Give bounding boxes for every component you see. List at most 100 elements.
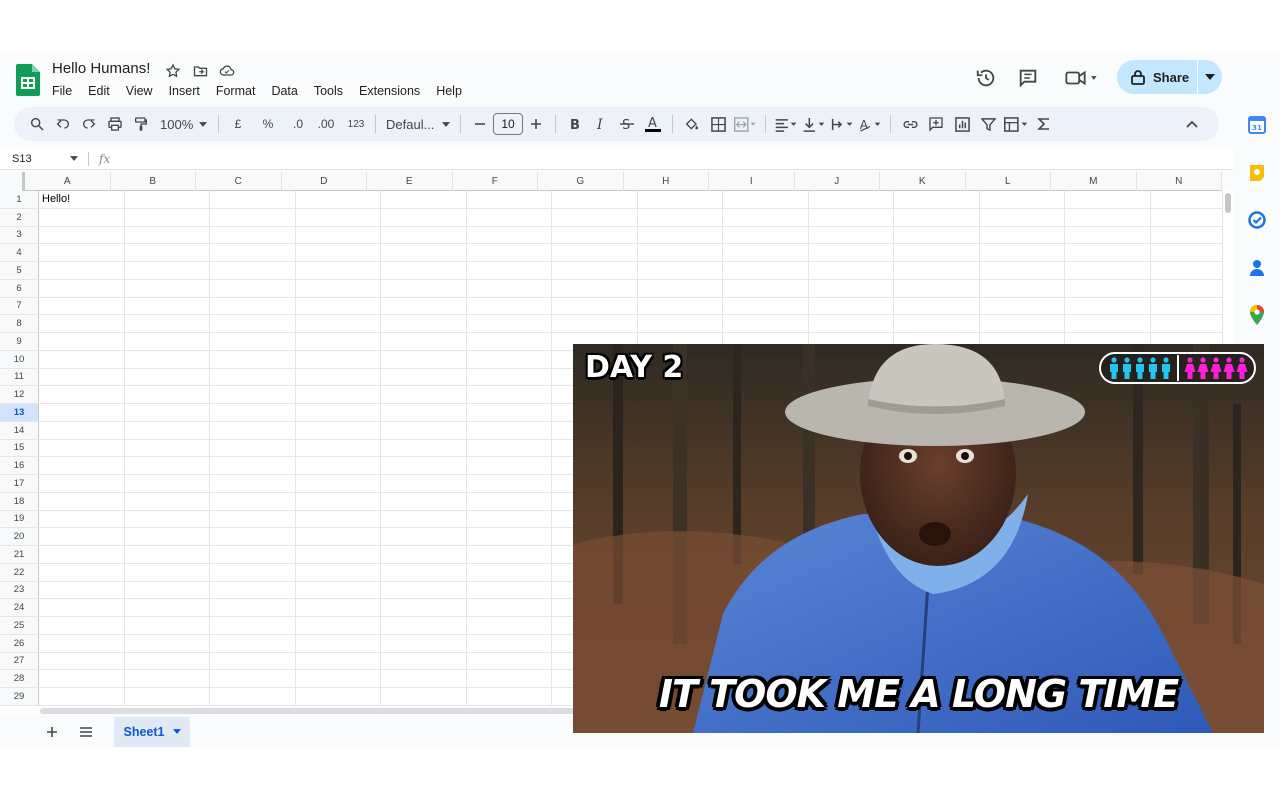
cell-b7[interactable] (125, 297, 210, 315)
cell-a4[interactable] (39, 244, 125, 261)
cell-d27[interactable] (296, 652, 381, 670)
cell-e13[interactable] (381, 404, 467, 421)
video-overlay[interactable]: DAY 2 IT TOOK ME A LONG TIME (573, 344, 1264, 733)
cell-b2[interactable] (125, 208, 210, 226)
cell-i5[interactable] (723, 262, 809, 279)
cell-b17[interactable] (125, 475, 210, 492)
cell-e23[interactable] (381, 581, 467, 599)
version-history-icon[interactable] (970, 66, 1002, 90)
redo-icon[interactable] (76, 111, 102, 137)
column-header-e[interactable]: E (367, 172, 453, 191)
cell-f20[interactable] (467, 528, 552, 545)
cell-a23[interactable] (39, 581, 125, 599)
borders-icon[interactable] (705, 111, 731, 137)
row-header-20[interactable]: 20 (0, 528, 39, 545)
insert-comment-icon[interactable] (923, 111, 949, 137)
row-header-29[interactable]: 29 (0, 688, 39, 705)
collapse-toolbar-icon[interactable] (1179, 111, 1205, 137)
cell-d16[interactable] (296, 457, 381, 474)
column-header-m[interactable]: M (1051, 172, 1137, 191)
cell-g6[interactable] (552, 279, 638, 297)
cell-e1[interactable] (381, 191, 467, 208)
cell-f23[interactable] (467, 581, 552, 599)
cell-d12[interactable] (296, 386, 381, 403)
row-header-11[interactable]: 11 (0, 368, 39, 386)
cell-a20[interactable] (39, 528, 125, 545)
cell-j3[interactable] (809, 226, 894, 244)
share-button[interactable]: Share (1117, 60, 1222, 94)
cell-i6[interactable] (723, 279, 809, 297)
fill-color-icon[interactable] (679, 111, 705, 137)
cell-l1[interactable] (980, 191, 1065, 208)
cell-m4[interactable] (1065, 244, 1151, 261)
row-header-15[interactable]: 15 (0, 439, 39, 457)
cell-a16[interactable] (39, 457, 125, 474)
all-sheets-menu-icon[interactable] (74, 720, 98, 744)
row-header-3[interactable]: 3 (0, 226, 39, 244)
cell-n2[interactable] (1151, 209, 1223, 226)
cell-b10[interactable] (125, 350, 210, 368)
text-color-icon[interactable]: A (640, 111, 666, 137)
cell-f3[interactable] (467, 226, 552, 244)
cell-f24[interactable] (467, 599, 552, 616)
share-main[interactable]: Share (1117, 60, 1197, 94)
format-currency-button[interactable]: £ (225, 111, 251, 137)
cell-j4[interactable] (809, 244, 894, 261)
cell-m6[interactable] (1065, 279, 1151, 297)
cell-f28[interactable] (467, 670, 552, 687)
cell-n8[interactable] (1151, 315, 1223, 332)
cell-j6[interactable] (809, 279, 894, 297)
column-header-d[interactable]: D (282, 172, 367, 191)
cell-a13[interactable] (39, 404, 125, 421)
cell-e26[interactable] (381, 634, 467, 652)
cell-f18[interactable] (467, 492, 552, 510)
cell-d14[interactable] (296, 421, 381, 439)
cell-b3[interactable] (125, 226, 210, 244)
cell-d9[interactable] (296, 333, 381, 350)
row-header-13[interactable]: 13 (0, 404, 39, 421)
cell-b27[interactable] (125, 652, 210, 670)
cell-e19[interactable] (381, 510, 467, 528)
cell-a27[interactable] (39, 652, 125, 670)
cell-e16[interactable] (381, 457, 467, 474)
cell-m3[interactable] (1065, 226, 1151, 244)
cell-f15[interactable] (467, 439, 552, 457)
cell-k7[interactable] (894, 297, 980, 315)
row-header-21[interactable]: 21 (0, 546, 39, 563)
cell-a6[interactable] (39, 279, 125, 297)
row-header-22[interactable]: 22 (0, 563, 39, 581)
cell-n4[interactable] (1151, 244, 1223, 261)
column-header-g[interactable]: G (538, 172, 624, 191)
search-menus-icon[interactable] (24, 111, 50, 137)
cell-f4[interactable] (467, 244, 552, 261)
menu-view[interactable]: View (118, 82, 161, 100)
font-size-input[interactable]: 10 (493, 113, 523, 135)
cell-h4[interactable] (638, 244, 723, 261)
cell-e29[interactable] (381, 688, 467, 705)
cell-d28[interactable] (296, 670, 381, 687)
row-header-1[interactable]: 1 (0, 191, 39, 208)
strikethrough-icon[interactable]: S (614, 111, 640, 137)
cell-d18[interactable] (296, 492, 381, 510)
cell-b5[interactable] (125, 262, 210, 279)
increase-font-size-icon[interactable] (523, 111, 549, 137)
cell-f10[interactable] (467, 350, 552, 368)
cell-n7[interactable] (1151, 298, 1223, 315)
cell-b19[interactable] (125, 510, 210, 528)
cell-l2[interactable] (980, 208, 1065, 226)
row-header-14[interactable]: 14 (0, 421, 39, 439)
cell-e28[interactable] (381, 670, 467, 687)
keep-icon[interactable] (1246, 162, 1268, 184)
cell-c5[interactable] (210, 262, 296, 279)
cell-e8[interactable] (381, 315, 467, 332)
cell-k4[interactable] (894, 244, 980, 261)
cell-c11[interactable] (210, 368, 296, 386)
cell-d11[interactable] (296, 368, 381, 386)
row-header-6[interactable]: 6 (0, 279, 39, 297)
cell-g5[interactable] (552, 262, 638, 279)
cell-l8[interactable] (980, 315, 1065, 332)
cell-m8[interactable] (1065, 315, 1151, 332)
cell-e10[interactable] (381, 350, 467, 368)
cell-c28[interactable] (210, 670, 296, 687)
paint-format-icon[interactable] (128, 111, 154, 137)
